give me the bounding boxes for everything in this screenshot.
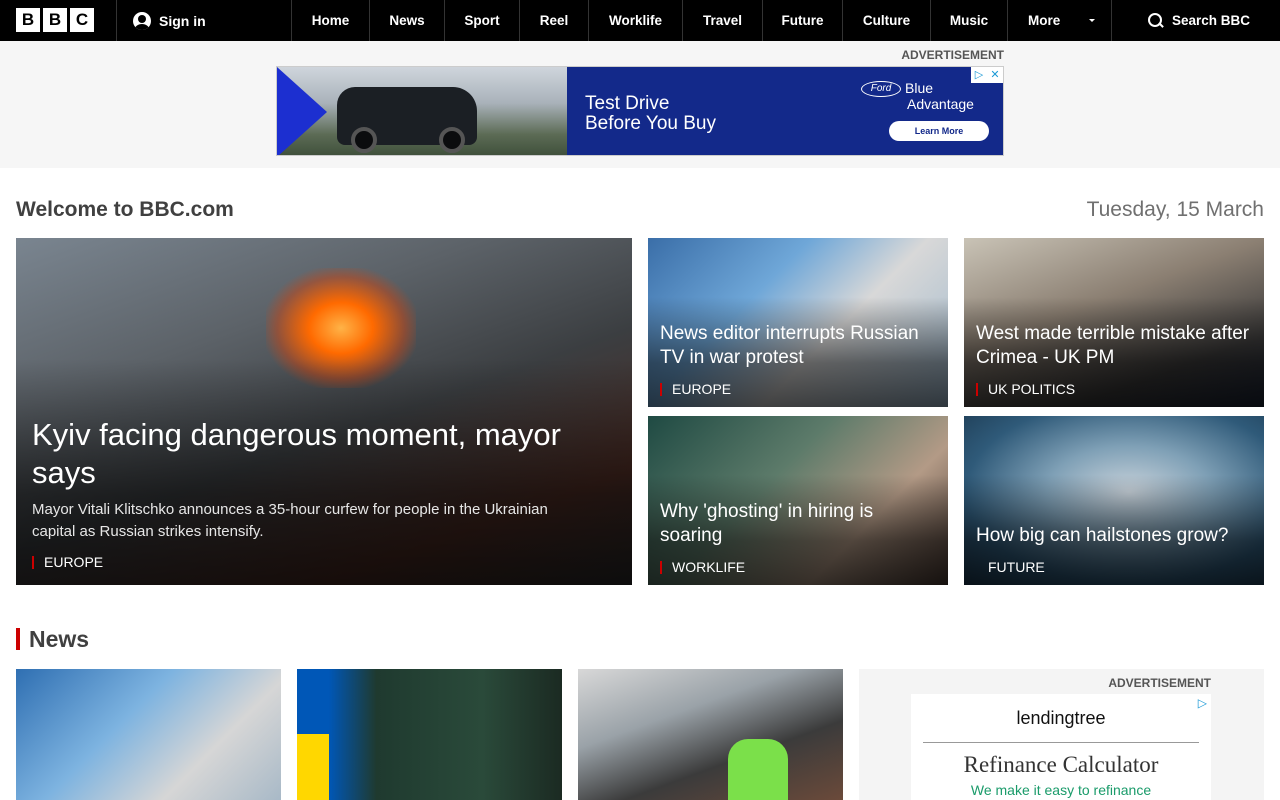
nav-item-music[interactable]: Music [931,0,1008,41]
nav-item-future[interactable]: Future [763,0,843,41]
nav-item-sport[interactable]: Sport [445,0,520,41]
more-menu-button[interactable]: More [1008,0,1112,41]
side-ad: ADVERTISEMENT ▷ lendingtree Refinance Ca… [859,669,1264,800]
nav-item-worklife[interactable]: Worklife [589,0,683,41]
logo-letter: B [16,8,40,32]
current-date: Tuesday, 15 March [1086,198,1264,221]
advertisement-label: ADVERTISEMENT [901,48,1004,62]
news-section-heading[interactable]: News [16,628,89,651]
ad-choices-icon[interactable]: ▷ ✕ [971,67,1003,83]
wheel [439,127,465,153]
nav-item-culture[interactable]: Culture [843,0,931,41]
news-thumbnail[interactable] [297,669,562,800]
ad-brand-line: Advantage [907,96,974,112]
ad-banner[interactable]: Test Drive Before You Buy Ford Blue Advan… [276,66,1004,156]
story-headline[interactable]: Why 'ghosting' in hiring is soaring [660,500,936,548]
ad-brand-line: Blue [905,80,934,96]
news-thumbnail[interactable] [578,669,843,800]
ad-title: Refinance Calculator [963,752,1159,777]
ad-headline: Test Drive Before You Buy [585,94,716,134]
divider [923,742,1199,743]
story-section-tag[interactable]: FUTURE [976,560,1045,574]
page-title: Welcome to BBC.com [16,198,234,221]
ford-logo: Ford [861,81,901,97]
magnifier-icon [1148,12,1164,29]
story-card[interactable]: West made terrible mistake after Crimea … [964,238,1264,407]
ad-headline-line: Before You Buy [585,113,716,134]
lendingtree-logo: lendingtree [911,708,1211,729]
story-card[interactable]: How big can hailstones grow? FUTURE [964,416,1264,585]
advertisement-label: ADVERTISEMENT [1108,676,1211,690]
logo-letter: C [70,8,94,32]
sign-in-label: Sign in [159,12,206,29]
hero-summary: Mayor Vitali Klitschko announces a 35-ho… [32,501,548,540]
story-section-tag[interactable]: UK POLITICS [976,382,1075,396]
hero-story-card[interactable]: Kyiv facing dangerous moment, mayor says… [16,238,632,585]
sign-in-button[interactable]: Sign in [116,0,292,41]
lendingtree-ad[interactable]: ▷ lendingtree Refinance Calculator We ma… [911,694,1211,800]
nav-item-travel[interactable]: Travel [683,0,763,41]
close-icon: ✕ [990,69,1000,81]
story-headline[interactable]: News editor interrupts Russian TV in war… [660,322,936,370]
nav-item-reel[interactable]: Reel [520,0,589,41]
user-circle-icon [133,11,151,30]
top-navigation: B B C Sign in Home News Sport Reel Workl… [0,0,1280,41]
learn-more-button[interactable]: Learn More [889,121,989,141]
story-card[interactable]: News editor interrupts Russian TV in war… [648,238,948,407]
story-card[interactable]: Why 'ghosting' in hiring is soaring WORK… [648,416,948,585]
search-label: Search BBC [1172,13,1251,28]
caret-down-icon [1089,19,1095,22]
bbc-logo[interactable]: B B C [16,8,94,32]
more-label: More [1028,13,1061,28]
nav-links: Home News Sport Reel Worklife Travel Fut… [292,0,1008,41]
story-section-tag[interactable]: WORKLIFE [660,560,745,574]
ad-car-photo [277,67,567,155]
ad-headline-line: Test Drive [585,93,670,114]
news-thumbnail[interactable] [16,669,281,800]
wheel [351,127,377,153]
lendingtree-brand: lendingtree [1016,708,1106,728]
top-ad-band: ADVERTISEMENT Test Drive Before You Buy … [0,41,1280,168]
ad-info-icon: ▷ [974,69,984,81]
hero-section-tag[interactable]: EUROPE [32,555,103,569]
ad-brand: Ford Blue Advantage [861,81,974,111]
hero-headline[interactable]: Kyiv facing dangerous moment, mayor says [32,416,592,492]
story-section-tag[interactable]: EUROPE [660,382,731,396]
nav-item-news[interactable]: News [370,0,445,41]
ad-accent-shape [277,67,327,155]
ad-subtitle: We make it easy to refinance [970,782,1152,798]
story-headline[interactable]: West made terrible mistake after Crimea … [976,322,1252,370]
logo-letter: B [43,8,67,32]
story-headline[interactable]: How big can hailstones grow? [976,524,1252,548]
nav-item-home[interactable]: Home [292,0,370,41]
search-button[interactable]: Search BBC [1148,0,1250,41]
